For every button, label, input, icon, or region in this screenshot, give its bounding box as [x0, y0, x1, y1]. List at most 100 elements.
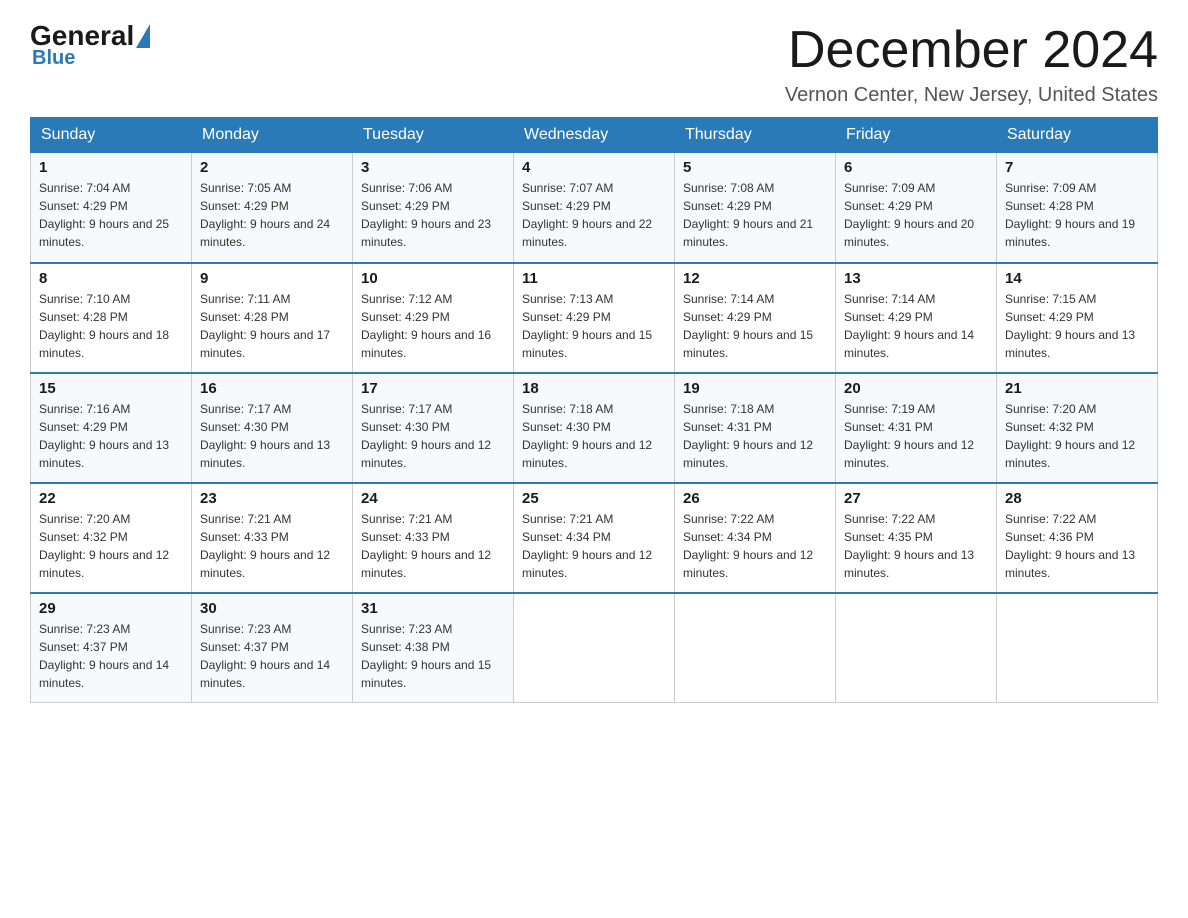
calendar-cell: 28Sunrise: 7:22 AMSunset: 4:36 PMDayligh…: [997, 483, 1158, 593]
day-number: 12: [683, 270, 827, 287]
calendar-cell: 9 Sunrise: 7:11 AMSunset: 4:28 PMDaylight…: [192, 263, 353, 373]
calendar-header-row: SundayMondayTuesdayWednesdayThursdayFrid…: [31, 118, 1158, 153]
day-info: Sunrise: 7:20 AMSunset: 4:32 PMDaylight:…: [1005, 400, 1149, 472]
day-of-week-header: Friday: [836, 118, 997, 153]
day-of-week-header: Monday: [192, 118, 353, 153]
day-of-week-header: Wednesday: [514, 118, 675, 153]
calendar-cell: [675, 593, 836, 703]
calendar-cell: 5Sunrise: 7:08 AMSunset: 4:29 PMDaylight…: [675, 153, 836, 263]
day-info: Sunrise: 7:21 AMSunset: 4:33 PMDaylight:…: [361, 510, 505, 582]
calendar-cell: [514, 593, 675, 703]
day-number: 4: [522, 159, 666, 176]
day-info: Sunrise: 7:21 AMSunset: 4:34 PMDaylight:…: [522, 510, 666, 582]
day-info: Sunrise: 7:17 AMSunset: 4:30 PMDaylight:…: [200, 400, 344, 472]
day-info: Sunrise: 7:14 AMSunset: 4:29 PMDaylight:…: [683, 290, 827, 362]
day-of-week-header: Sunday: [31, 118, 192, 153]
calendar-week-row: 8 Sunrise: 7:10 AMSunset: 4:28 PMDaylight…: [31, 263, 1158, 373]
calendar-cell: 30Sunrise: 7:23 AMSunset: 4:37 PMDayligh…: [192, 593, 353, 703]
calendar-cell: 27Sunrise: 7:22 AMSunset: 4:35 PMDayligh…: [836, 483, 997, 593]
month-title: December 2024: [785, 20, 1158, 80]
day-of-week-header: Saturday: [997, 118, 1158, 153]
day-info: Sunrise: 7:23 AMSunset: 4:37 PMDaylight:…: [39, 620, 183, 692]
calendar-cell: 13 Sunrise: 7:14 AMSunset: 4:29 PMDayligh…: [836, 263, 997, 373]
calendar-cell: 17 Sunrise: 7:17 AMSunset: 4:30 PMDayligh…: [353, 373, 514, 483]
calendar-cell: 19 Sunrise: 7:18 AMSunset: 4:31 PMDayligh…: [675, 373, 836, 483]
day-number: 26: [683, 490, 827, 507]
day-number: 2: [200, 159, 344, 176]
calendar-cell: [997, 593, 1158, 703]
calendar-week-row: 15 Sunrise: 7:16 AMSunset: 4:29 PMDayligh…: [31, 373, 1158, 483]
day-info: Sunrise: 7:22 AMSunset: 4:34 PMDaylight:…: [683, 510, 827, 582]
day-number: 29: [39, 600, 183, 617]
day-number: 11: [522, 270, 666, 287]
day-number: 19: [683, 380, 827, 397]
calendar-cell: 22 Sunrise: 7:20 AMSunset: 4:32 PMDayligh…: [31, 483, 192, 593]
day-info: Sunrise: 7:11 AMSunset: 4:28 PMDaylight:…: [200, 290, 344, 362]
day-number: 8: [39, 270, 183, 287]
day-of-week-header: Tuesday: [353, 118, 514, 153]
day-number: 13: [844, 270, 988, 287]
day-info: Sunrise: 7:17 AMSunset: 4:30 PMDaylight:…: [361, 400, 505, 472]
calendar-cell: 26 Sunrise: 7:22 AMSunset: 4:34 PMDayligh…: [675, 483, 836, 593]
day-info: Sunrise: 7:16 AMSunset: 4:29 PMDaylight:…: [39, 400, 183, 472]
calendar-cell: 18Sunrise: 7:18 AMSunset: 4:30 PMDayligh…: [514, 373, 675, 483]
day-number: 14: [1005, 270, 1149, 287]
day-number: 21: [1005, 380, 1149, 397]
calendar-cell: 2Sunrise: 7:05 AMSunset: 4:29 PMDaylight…: [192, 153, 353, 263]
calendar-cell: 29 Sunrise: 7:23 AMSunset: 4:37 PMDayligh…: [31, 593, 192, 703]
day-info: Sunrise: 7:14 AMSunset: 4:29 PMDaylight:…: [844, 290, 988, 362]
logo-blue-text: Blue: [32, 47, 75, 70]
day-info: Sunrise: 7:09 AMSunset: 4:28 PMDaylight:…: [1005, 179, 1149, 251]
day-number: 23: [200, 490, 344, 507]
calendar-cell: 24 Sunrise: 7:21 AMSunset: 4:33 PMDayligh…: [353, 483, 514, 593]
day-number: 31: [361, 600, 505, 617]
calendar-week-row: 29 Sunrise: 7:23 AMSunset: 4:37 PMDayligh…: [31, 593, 1158, 703]
day-info: Sunrise: 7:09 AMSunset: 4:29 PMDaylight:…: [844, 179, 988, 251]
day-number: 16: [200, 380, 344, 397]
day-info: Sunrise: 7:21 AMSunset: 4:33 PMDaylight:…: [200, 510, 344, 582]
day-number: 10: [361, 270, 505, 287]
calendar-cell: 23 Sunrise: 7:21 AMSunset: 4:33 PMDayligh…: [192, 483, 353, 593]
calendar-week-row: 22 Sunrise: 7:20 AMSunset: 4:32 PMDayligh…: [31, 483, 1158, 593]
day-number: 25: [522, 490, 666, 507]
calendar-cell: 16 Sunrise: 7:17 AMSunset: 4:30 PMDayligh…: [192, 373, 353, 483]
day-number: 20: [844, 380, 988, 397]
calendar-cell: 4Sunrise: 7:07 AMSunset: 4:29 PMDaylight…: [514, 153, 675, 263]
day-number: 5: [683, 159, 827, 176]
day-of-week-header: Thursday: [675, 118, 836, 153]
day-number: 15: [39, 380, 183, 397]
calendar-cell: 8 Sunrise: 7:10 AMSunset: 4:28 PMDaylight…: [31, 263, 192, 373]
calendar-cell: 7 Sunrise: 7:09 AMSunset: 4:28 PMDaylight…: [997, 153, 1158, 263]
day-number: 9: [200, 270, 344, 287]
calendar-cell: 10 Sunrise: 7:12 AMSunset: 4:29 PMDayligh…: [353, 263, 514, 373]
day-info: Sunrise: 7:20 AMSunset: 4:32 PMDaylight:…: [39, 510, 183, 582]
day-info: Sunrise: 7:13 AMSunset: 4:29 PMDaylight:…: [522, 290, 666, 362]
day-number: 7: [1005, 159, 1149, 176]
calendar-cell: 14 Sunrise: 7:15 AMSunset: 4:29 PMDayligh…: [997, 263, 1158, 373]
calendar-cell: 20Sunrise: 7:19 AMSunset: 4:31 PMDayligh…: [836, 373, 997, 483]
day-info: Sunrise: 7:10 AMSunset: 4:28 PMDaylight:…: [39, 290, 183, 362]
calendar-table: SundayMondayTuesdayWednesdayThursdayFrid…: [30, 117, 1158, 703]
day-info: Sunrise: 7:06 AMSunset: 4:29 PMDaylight:…: [361, 179, 505, 251]
calendar-cell: 21 Sunrise: 7:20 AMSunset: 4:32 PMDayligh…: [997, 373, 1158, 483]
day-info: Sunrise: 7:15 AMSunset: 4:29 PMDaylight:…: [1005, 290, 1149, 362]
day-number: 27: [844, 490, 988, 507]
calendar-cell: [836, 593, 997, 703]
logo: General Blue: [30, 20, 152, 70]
day-info: Sunrise: 7:12 AMSunset: 4:29 PMDaylight:…: [361, 290, 505, 362]
calendar-cell: 11 Sunrise: 7:13 AMSunset: 4:29 PMDayligh…: [514, 263, 675, 373]
location-text: Vernon Center, New Jersey, United States: [785, 84, 1158, 107]
title-section: December 2024 Vernon Center, New Jersey,…: [785, 20, 1158, 107]
logo-triangle-icon: [136, 24, 150, 48]
day-info: Sunrise: 7:04 AMSunset: 4:29 PMDaylight:…: [39, 179, 183, 251]
day-info: Sunrise: 7:18 AMSunset: 4:31 PMDaylight:…: [683, 400, 827, 472]
day-number: 24: [361, 490, 505, 507]
day-number: 17: [361, 380, 505, 397]
calendar-cell: 31Sunrise: 7:23 AMSunset: 4:38 PMDayligh…: [353, 593, 514, 703]
calendar-cell: 6Sunrise: 7:09 AMSunset: 4:29 PMDaylight…: [836, 153, 997, 263]
day-info: Sunrise: 7:18 AMSunset: 4:30 PMDaylight:…: [522, 400, 666, 472]
calendar-cell: 12 Sunrise: 7:14 AMSunset: 4:29 PMDayligh…: [675, 263, 836, 373]
day-info: Sunrise: 7:22 AMSunset: 4:36 PMDaylight:…: [1005, 510, 1149, 582]
day-number: 22: [39, 490, 183, 507]
day-number: 3: [361, 159, 505, 176]
